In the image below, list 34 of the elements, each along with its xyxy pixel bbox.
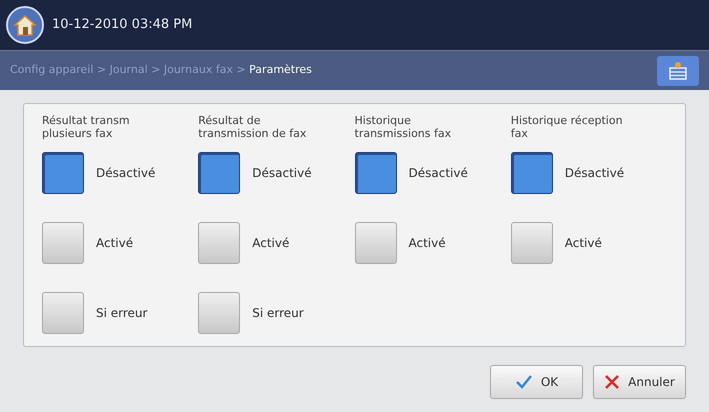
option-toggle[interactable] bbox=[510, 152, 553, 194]
option-toggle[interactable] bbox=[510, 222, 553, 264]
checkmark-icon bbox=[514, 374, 533, 390]
option-toggle[interactable] bbox=[354, 222, 396, 264]
option-toggle[interactable] bbox=[354, 152, 396, 194]
option-toggle[interactable] bbox=[198, 292, 240, 334]
option-label: Désactivé bbox=[252, 165, 312, 182]
option-label: Activé bbox=[408, 235, 446, 252]
option-label: Activé bbox=[252, 235, 290, 252]
option-label: Activé bbox=[564, 235, 602, 252]
option-toggle[interactable] bbox=[42, 222, 84, 264]
list-icon bbox=[667, 60, 689, 80]
option-label: Désactivé bbox=[564, 165, 624, 182]
settings-list-button[interactable] bbox=[657, 56, 699, 86]
date-time: 10-12-2010 03:48 PM bbox=[52, 16, 192, 34]
home-icon bbox=[13, 13, 37, 37]
option-toggle[interactable] bbox=[42, 152, 84, 194]
column-title: Résultat de transmission de fax bbox=[198, 114, 308, 142]
home-button[interactable] bbox=[6, 6, 44, 44]
close-icon bbox=[604, 374, 620, 390]
column-title: Historique réception fax bbox=[510, 114, 624, 142]
option-toggle[interactable] bbox=[42, 292, 84, 334]
breadcrumb-path: Config appareil > Journal > Journaux fax > Paramètres bbox=[10, 62, 312, 78]
option-toggle[interactable] bbox=[198, 222, 240, 264]
cancel-button[interactable]: Annuler bbox=[593, 365, 686, 399]
option-label: Si erreur bbox=[96, 305, 148, 322]
column-title: Résultat transm plusieurs fax bbox=[42, 114, 131, 142]
option-label: Désactivé bbox=[96, 165, 156, 182]
column-title: Historique transmissions fax bbox=[354, 114, 452, 142]
option-label: Activé bbox=[96, 235, 134, 252]
ok-button[interactable]: OK bbox=[490, 365, 583, 399]
option-toggle[interactable] bbox=[198, 152, 240, 194]
option-label: Si erreur bbox=[252, 305, 304, 322]
option-label: Désactivé bbox=[408, 165, 468, 182]
